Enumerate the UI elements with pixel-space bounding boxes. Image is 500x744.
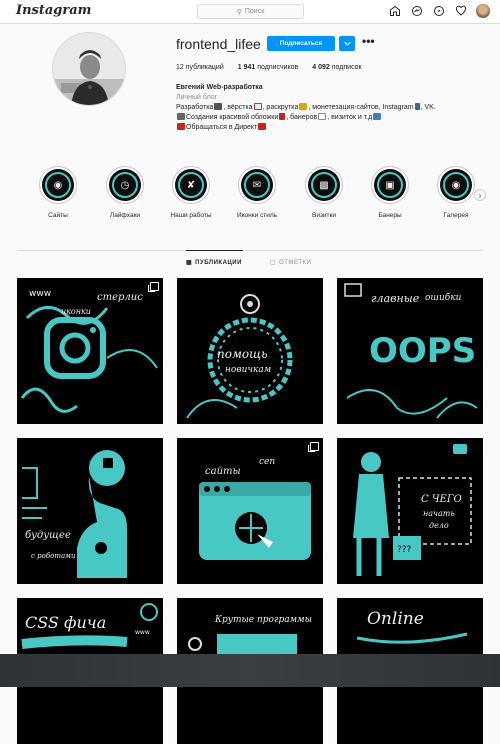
- profile-picture[interactable]: [52, 32, 126, 106]
- svg-text:Крутые программы: Крутые программы: [214, 615, 312, 625]
- profile-category: Личный блог: [176, 94, 218, 101]
- memo-emoji: [253, 103, 262, 110]
- highlight-icons[interactable]: ✉ Иконки стиль: [233, 166, 281, 219]
- svg-text:стерлис: стерлис: [97, 292, 143, 303]
- chat-icon: ✉: [252, 179, 262, 191]
- chart-emoji: [318, 113, 327, 120]
- profile-stats: 12 публикаций 1 941 подписчиков 4 092 по…: [176, 64, 362, 71]
- svg-text:главные: главные: [371, 292, 420, 305]
- svg-text:???: ???: [397, 545, 412, 555]
- svg-text:будущее: будущее: [25, 530, 71, 541]
- more-options-button[interactable]: •••: [362, 34, 375, 48]
- grid-icon: ▦: [186, 260, 193, 266]
- profile-username: frontend_lifee: [176, 36, 261, 52]
- svg-text:новичкам: новичкам: [225, 365, 271, 375]
- suggestions-dropdown-button[interactable]: [339, 36, 355, 51]
- bio-line-1: Разработка, вёрстка, раскрутка, монетеза…: [176, 103, 436, 111]
- highlight-business-cards[interactable]: ▩ Визитки: [300, 166, 348, 219]
- story-highlights: ◉ Сайты ◷ Лайфхаки ✘ Наши работы ✉ Иконк…: [30, 166, 490, 230]
- chevron-down-icon: [343, 41, 351, 46]
- highlight-sites[interactable]: ◉ Сайты: [34, 166, 82, 219]
- bio-line-3: Обращаться в Директ: [176, 123, 476, 133]
- highlight-our-works[interactable]: ✘ Наши работы: [167, 166, 215, 219]
- svg-text:сайты: сайты: [205, 466, 241, 477]
- post-tile[interactable]: сайты сеп: [177, 438, 323, 584]
- instagram-logo[interactable]: Instagram: [16, 3, 91, 18]
- top-navigation-bar: Instagram ⚲ Поиск: [0, 0, 500, 24]
- avatar[interactable]: [476, 4, 490, 18]
- search-input[interactable]: ⚲ Поиск: [197, 4, 304, 19]
- svg-text:Online: Online: [367, 609, 424, 629]
- profile-header: frontend_lifee Подписаться ••• 12 публик…: [0, 24, 500, 154]
- svg-text:с роботами: с роботами: [31, 552, 76, 560]
- book-emoji: [279, 113, 286, 120]
- active-tab-indicator: [186, 250, 243, 251]
- search-placeholder: Поиск: [244, 8, 265, 15]
- svg-text:сеп: сеп: [259, 457, 275, 467]
- heart-icon[interactable]: [454, 4, 468, 18]
- followers-count[interactable]: 1 941 подписчиков: [238, 64, 299, 71]
- post-tile[interactable]: помощь новичкам: [177, 278, 323, 424]
- home-icon[interactable]: [388, 4, 402, 18]
- carousel-icon: [308, 442, 319, 452]
- post-tile[interactable]: главные ошибки OOPS: [337, 278, 483, 424]
- svg-text:С ЧЕГО: С ЧЕГО: [421, 494, 462, 505]
- highlight-gallery[interactable]: ◉ Галерея: [432, 166, 480, 219]
- tools-icon: ✘: [186, 179, 196, 191]
- gamepad-emoji: [177, 113, 185, 120]
- image-icon: ▣: [385, 179, 395, 191]
- laptop-emoji: [214, 103, 223, 110]
- post-tile[interactable]: будущее с роботами: [17, 438, 163, 584]
- svg-text:CSS фича: CSS фича: [25, 613, 106, 632]
- carousel-icon: [148, 282, 159, 292]
- tag-icon: ▢: [269, 260, 277, 266]
- highlight-lifehacks[interactable]: ◷ Лайфхаки: [101, 166, 149, 219]
- following-count[interactable]: 4 092 подписок: [312, 64, 361, 71]
- money-bag-emoji: [299, 103, 308, 110]
- highlight-banners[interactable]: ▣ Банеры: [366, 166, 414, 219]
- nav-icons: [388, 4, 490, 18]
- clock-icon: ◷: [120, 179, 130, 191]
- next-highlights-button[interactable]: ›: [474, 189, 486, 201]
- telephone-emoji: [177, 123, 185, 130]
- svg-text:www: www: [29, 289, 51, 299]
- profile-bio: Евгений Web-разработка Личный блог Разра…: [176, 83, 476, 133]
- camera-icon: ◉: [451, 179, 461, 191]
- picture-emoji: [373, 113, 382, 120]
- svg-text:www: www: [135, 629, 150, 636]
- phone-emoji: [414, 103, 420, 110]
- svg-text:иконки: иконки: [61, 307, 91, 316]
- tab-posts[interactable]: ▦ ПУБЛИКАЦИИ: [186, 259, 242, 267]
- messenger-icon[interactable]: [410, 4, 424, 18]
- posts-count: 12 публикаций: [176, 64, 224, 71]
- profile-tabs: ▦ ПУБЛИКАЦИИ ▢ ОТМЕТКИ: [186, 259, 311, 267]
- svg-text:помощь: помощь: [217, 347, 268, 361]
- chevron-right-icon: ›: [478, 190, 482, 200]
- post-tile[interactable]: ??? С ЧЕГО начать дело: [337, 438, 483, 584]
- tabs-divider: [17, 250, 483, 251]
- taskbar: [0, 654, 500, 687]
- tab-tagged[interactable]: ▢ ОТМЕТКИ: [269, 259, 311, 267]
- explore-icon[interactable]: [432, 4, 446, 18]
- profile-full-name: Евгений Web-разработка: [176, 84, 263, 91]
- globe-icon: ◉: [53, 179, 63, 191]
- search-icon: ⚲: [236, 8, 242, 16]
- bio-line-2: Создания красивой обложки, банеров, визи…: [176, 113, 476, 123]
- svg-text:ошибки: ошибки: [425, 292, 462, 303]
- svg-text:начать: начать: [423, 509, 455, 518]
- post-tile[interactable]: www стерлис иконки: [17, 278, 163, 424]
- telephone-emoji: [258, 123, 267, 130]
- svg-text:дело: дело: [429, 521, 449, 530]
- svg-text:OOPS: OOPS: [369, 331, 476, 371]
- card-icon: ▩: [319, 179, 329, 191]
- subscribe-button[interactable]: Подписаться: [267, 36, 335, 51]
